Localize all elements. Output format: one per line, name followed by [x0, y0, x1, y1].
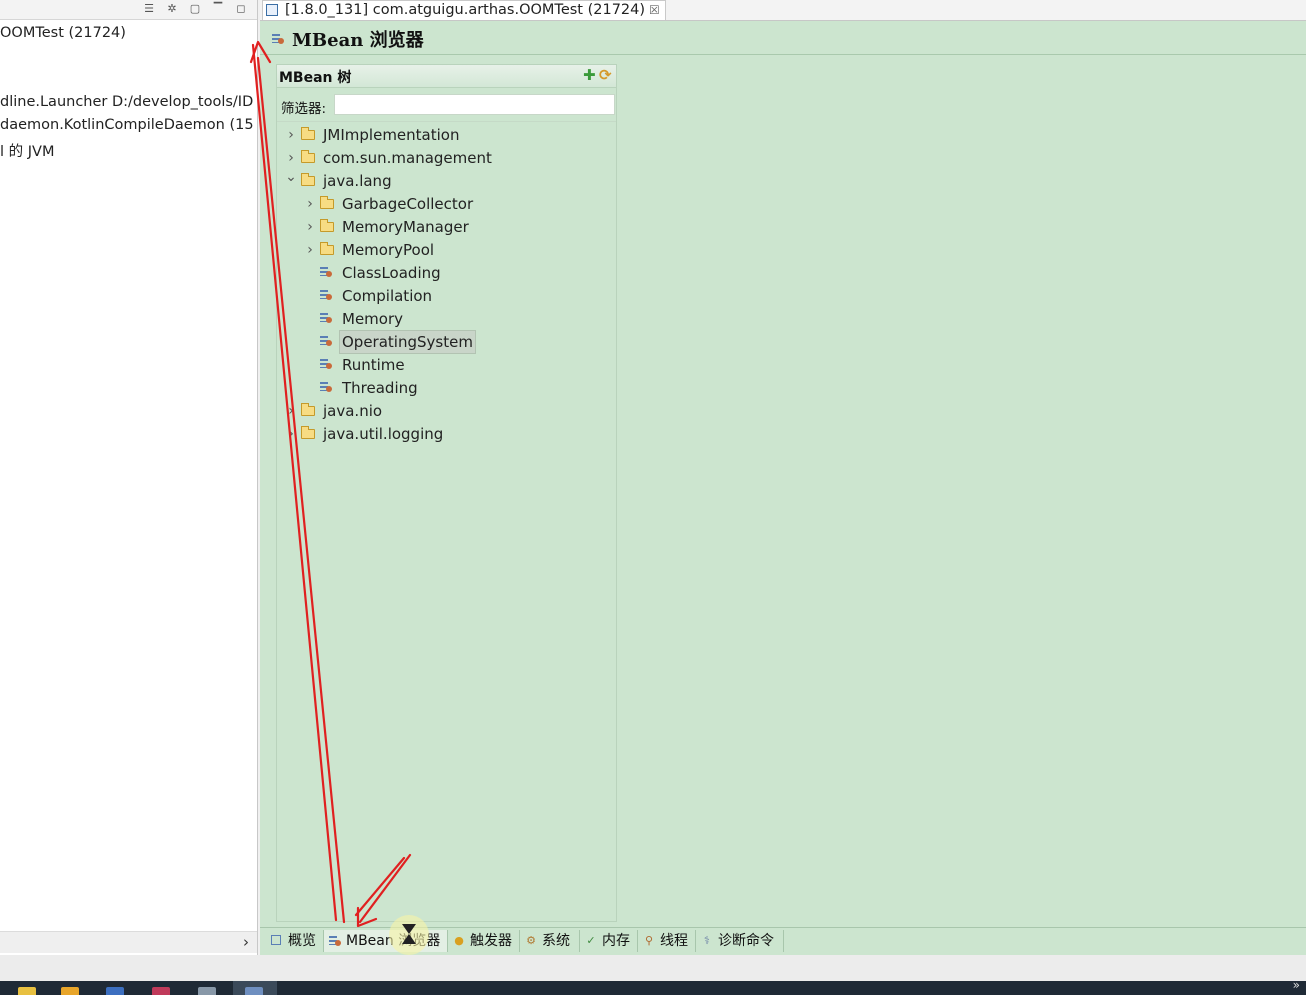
overview-icon	[271, 935, 281, 945]
filter-connections-icon[interactable]: ✲	[165, 2, 179, 16]
page-header: MBean 浏览器	[260, 22, 1306, 55]
chevron-right-icon[interactable]: ›	[304, 239, 316, 261]
explorer-icon[interactable]	[18, 987, 36, 995]
diagnostic-icon: ⚕	[704, 934, 710, 947]
active-app[interactable]	[233, 981, 277, 995]
jvm-browser-panel: ☰ ✲ ▢ ▔ ◻ OOMTest (21724) dline.Launcher…	[0, 0, 258, 955]
folder-icon	[301, 150, 315, 163]
tree-node-label: MemoryPool	[342, 241, 435, 259]
jvm-list-item[interactable]: daemon.KotlinCompileDaemon (15	[0, 117, 254, 133]
tree-node-label: Compilation	[342, 287, 433, 305]
app-icon[interactable]	[106, 987, 124, 995]
maximize-icon[interactable]: ◻	[234, 2, 248, 16]
trigger-icon: ●	[454, 934, 464, 947]
tree-node-label: com.sun.management	[323, 149, 492, 167]
folder-icon	[320, 219, 334, 232]
add-icon[interactable]: ✚	[583, 66, 596, 84]
mbean-icon	[320, 335, 333, 347]
memory-icon: ✓	[586, 934, 596, 947]
section-title: MBean 树	[279, 70, 352, 86]
jvm-list-item[interactable]: dline.Launcher D:/develop_tools/ID	[0, 94, 253, 110]
tree-layout-icon[interactable]: ☰	[142, 2, 156, 16]
mbean-icon	[320, 358, 333, 370]
mbean-editor: [1.8.0_131] com.atguigu.arthas.OOMTest (…	[260, 0, 1306, 955]
editor-tab-label: [1.8.0_131] com.atguigu.arthas.OOMTest (…	[285, 2, 646, 18]
mbean-icon	[329, 935, 341, 947]
jvm-list-item[interactable]: OOMTest (21724)	[0, 25, 126, 41]
tab-label: 诊断命令	[718, 933, 774, 949]
section-header: MBean 树 ✚ ⟳	[277, 65, 616, 88]
app-icon[interactable]	[198, 987, 216, 995]
filter-input[interactable]	[334, 94, 615, 115]
folder-icon	[301, 127, 315, 140]
jvm-console-icon	[266, 4, 278, 16]
tree-node-label: MemoryManager	[342, 218, 469, 236]
app-icon[interactable]	[152, 987, 170, 995]
tab-label: 线程	[660, 933, 688, 949]
tree-node-label: JMImplementation	[323, 126, 460, 144]
mbean-icon	[320, 266, 333, 278]
bottom-tab-bar: 概览 MBean 浏览器 ● 触发器 ⚙ 系统 ✓ 内存 ⚲ 线程 ⚕ 诊断命令	[260, 927, 1306, 954]
tab-label: 内存	[602, 933, 630, 949]
tab-diagnostic-commands[interactable]: ⚕ 诊断命令	[696, 930, 784, 952]
tree-node-label: Runtime	[342, 356, 405, 374]
tab-mbean-browser[interactable]: MBean 浏览器	[324, 930, 448, 952]
chevron-right-icon[interactable]: ›	[304, 216, 316, 238]
minimize-icon[interactable]: ▔	[211, 2, 225, 16]
status-bar	[0, 955, 1306, 981]
jvm-browser-toolbar: ☰ ✲ ▢ ▔ ◻	[0, 0, 257, 20]
mbean-icon	[320, 312, 333, 324]
editor-tab-oomtest[interactable]: [1.8.0_131] com.atguigu.arthas.OOMTest (…	[262, 0, 666, 20]
folder-icon	[320, 242, 334, 255]
tab-memory[interactable]: ✓ 内存	[580, 930, 638, 952]
horizontal-scrollbar[interactable]: ›	[0, 931, 257, 953]
new-connection-icon[interactable]: ▢	[188, 2, 202, 16]
system-icon: ⚙	[526, 934, 536, 947]
folder-icon	[301, 403, 315, 416]
tree-node-label: java.util.logging	[323, 425, 444, 443]
tree-node-label: Threading	[342, 379, 418, 397]
mbean-icon	[272, 33, 285, 45]
mbean-tree: › JMImplementation › com.sun.management ⌄ jav…	[277, 121, 616, 922]
filter-label: 筛选器:	[281, 101, 327, 117]
tree-node-label: java.lang	[323, 172, 392, 190]
chevron-right-icon[interactable]: ›	[304, 193, 316, 215]
thread-icon: ⚲	[644, 934, 654, 947]
close-icon[interactable]: ☒	[649, 1, 660, 20]
chevron-right-icon[interactable]: ›	[285, 400, 297, 422]
tab-label: 触发器	[470, 933, 512, 949]
mbean-tree-section: MBean 树 ✚ ⟳ 筛选器: › JMImplementation › com.s…	[276, 64, 617, 922]
mbean-icon	[320, 381, 333, 393]
chevron-right-icon[interactable]: ›	[285, 423, 297, 445]
mbean-icon	[320, 289, 333, 301]
scroll-right-icon[interactable]: ›	[243, 933, 249, 951]
os-taskbar: »	[0, 978, 1306, 995]
tree-node-label: GarbageCollector	[342, 195, 474, 213]
folder-icon[interactable]	[61, 987, 79, 995]
tab-label: 系统	[542, 933, 570, 949]
tree-node-label: ClassLoading	[342, 264, 441, 282]
tab-label: 概览	[288, 933, 316, 949]
tab-label: MBean 浏览器	[346, 933, 441, 949]
jmc-icon	[245, 987, 263, 995]
jvm-list-item[interactable]: l 的 JVM	[0, 140, 54, 161]
chevron-down-icon[interactable]: ⌄	[285, 166, 297, 188]
page-title: MBean 浏览器	[292, 30, 424, 51]
tab-threads[interactable]: ⚲ 线程	[638, 930, 696, 952]
tab-overview[interactable]: 概览	[266, 930, 324, 952]
editor-tab-strip: [1.8.0_131] com.atguigu.arthas.OOMTest (…	[260, 0, 1306, 21]
tree-node-label: Memory	[342, 310, 404, 328]
folder-icon	[320, 196, 334, 209]
tree-node-label: OperatingSystem	[339, 330, 476, 354]
folder-icon	[301, 173, 315, 186]
tray-overflow-icon[interactable]: »	[1293, 978, 1300, 992]
tree-node-label: java.nio	[323, 402, 383, 420]
folder-icon	[301, 426, 315, 439]
tab-triggers[interactable]: ● 触发器	[448, 930, 520, 952]
tab-system[interactable]: ⚙ 系统	[520, 930, 580, 952]
refresh-icon[interactable]: ⟳	[599, 66, 612, 84]
chevron-right-icon[interactable]: ›	[285, 124, 297, 146]
